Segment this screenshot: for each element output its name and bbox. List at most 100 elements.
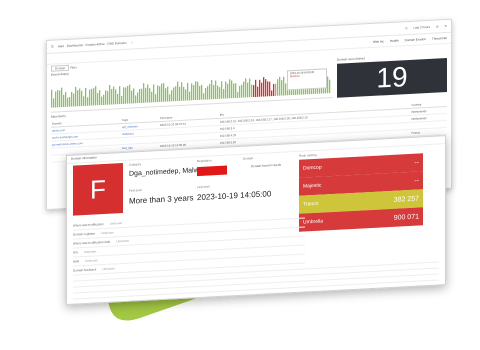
menu-icon[interactable]: ☰ <box>51 45 54 49</box>
timeline-bar <box>277 79 279 96</box>
timeline-bar <box>129 84 131 104</box>
timeline-bar <box>93 88 95 106</box>
timeline-bar <box>271 90 273 97</box>
timeline-bar <box>63 94 65 108</box>
last-seen-label: Last seen <box>197 184 211 190</box>
timeline-bar <box>165 88 167 102</box>
domain-filter-input[interactable]: Domain <box>51 64 70 72</box>
breadcrumb[interactable]: Haut · Dashboards · Dossier Adhoc · DNS … <box>58 41 127 49</box>
ranks-label: Rank ranking <box>299 152 317 158</box>
timeline-bar <box>233 83 235 99</box>
timeline-bar <box>197 81 199 101</box>
timeline-bar <box>95 86 97 106</box>
info-value: Unknown <box>109 221 123 226</box>
timeline-bar <box>269 81 271 97</box>
timeline-bar <box>59 90 61 108</box>
timeline-bar <box>265 79 267 97</box>
timeline-bar <box>145 87 147 103</box>
info-label: IPS <box>73 250 78 255</box>
time-range-picker[interactable]: Last 2 hours <box>413 25 430 30</box>
timeline-bar <box>77 90 79 107</box>
timeline-bar <box>53 98 55 108</box>
timeline-bar <box>113 86 115 105</box>
timeline-bar <box>57 90 59 108</box>
timeline-bar <box>253 85 255 98</box>
category-label: Category <box>129 162 142 167</box>
timeline-bar <box>157 85 159 103</box>
timeline-bar <box>81 90 83 107</box>
star-icon[interactable]: ☆ <box>131 40 134 44</box>
timeline-bar <box>239 85 241 98</box>
action-health[interactable]: Health <box>390 39 399 43</box>
timeline-bar <box>259 79 261 97</box>
timeline-bar <box>169 94 171 102</box>
timeline-bar <box>283 76 285 96</box>
first-seen-label: First seen <box>129 188 143 193</box>
timeline-bar <box>215 80 217 100</box>
timeline-bar <box>225 81 227 99</box>
info-value: Unknown <box>116 238 129 244</box>
info-label: Domain registrar <box>73 231 96 237</box>
refresh-icon[interactable]: ↻ <box>444 24 447 28</box>
timeline-bar <box>127 85 129 104</box>
timeline-bar <box>251 84 253 98</box>
timeline-bar <box>255 79 257 98</box>
timeline-bar <box>207 86 209 100</box>
timeline-bar <box>141 88 143 104</box>
timeline-bar <box>327 76 329 94</box>
timeline-bar <box>231 80 233 99</box>
rank-value: 382 257 <box>393 195 419 204</box>
timeline-bar <box>191 83 193 101</box>
reputation-label: Reputation <box>197 158 212 164</box>
info-value: Unknown <box>101 230 114 236</box>
timeline-bar <box>209 83 211 100</box>
timeline-bar <box>189 91 191 101</box>
timeline-bar <box>61 87 63 108</box>
action-threat-intel[interactable]: Threat intel <box>432 36 447 41</box>
timeline-bar <box>107 91 109 105</box>
counter-value: 19 <box>337 57 447 98</box>
timeline-bar <box>257 86 259 97</box>
timeline-bar <box>223 89 225 99</box>
rank-name: Umbrella <box>303 218 324 226</box>
timeline-bar <box>83 96 85 107</box>
domain-note: Domain found in feeds <box>251 162 282 169</box>
info-value: Unknown <box>85 258 98 263</box>
timeline-bar <box>241 84 243 98</box>
filter-label[interactable]: Filter <box>70 65 77 69</box>
timeline-bar <box>85 87 87 106</box>
timeline-bar <box>117 93 119 105</box>
action-domain-erosion[interactable]: Domain Erosion <box>405 37 426 42</box>
domain-label: Domain <box>243 156 254 161</box>
reputation-swatch <box>197 165 227 177</box>
timeline-bar <box>179 86 181 102</box>
last-seen-value: 2023-10-19 14:05:00 <box>197 189 272 203</box>
timeline-bar <box>267 81 269 97</box>
info-label: Whois last modification <box>73 222 104 228</box>
timeline-bar <box>123 87 125 104</box>
timeline-bar <box>55 91 57 108</box>
timeline-bar <box>249 78 251 98</box>
timeline-bar <box>121 95 123 105</box>
info-label: Whois last modification date <box>73 239 111 246</box>
zoom-out-icon[interactable]: ⊖ <box>436 24 439 28</box>
timeline-bar <box>193 84 195 101</box>
timeline-bar <box>281 80 283 96</box>
timeline-bar <box>195 81 197 101</box>
timeline-bar <box>199 85 201 100</box>
timeline-bar <box>147 84 149 103</box>
timeline-bar <box>185 89 187 101</box>
timeline-bar <box>167 86 169 102</box>
timeline-bar <box>119 86 121 105</box>
info-value: Unknown <box>102 266 115 272</box>
timeline-bar <box>51 89 53 108</box>
timeline-bar <box>161 83 163 102</box>
timeline-bar <box>279 76 281 96</box>
action-web[interactable]: Web Inc <box>373 39 384 44</box>
rank-value: -- <box>414 159 419 167</box>
timeline-bar <box>149 88 151 103</box>
info-label: Domain feedback <box>73 267 97 273</box>
info-label: ASN <box>73 259 80 264</box>
timeline-bar <box>103 94 105 106</box>
timeline-bar <box>133 88 135 104</box>
